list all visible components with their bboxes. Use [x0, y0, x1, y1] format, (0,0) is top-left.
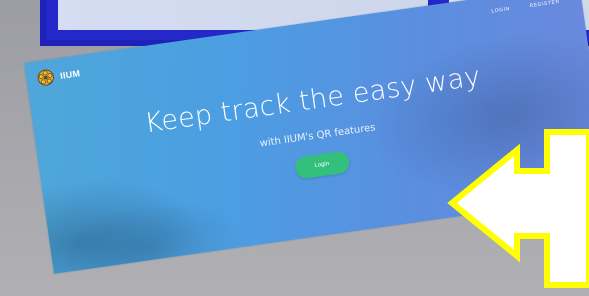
brand-name: IIUM	[59, 67, 81, 81]
nav-login-link[interactable]: LOGIN	[491, 6, 510, 15]
iium-logo-icon	[37, 69, 54, 86]
login-button[interactable]: Login	[293, 150, 351, 180]
nav-links: LOGIN REGISTER	[491, 0, 560, 15]
nav-register-link[interactable]: REGISTER	[529, 0, 560, 9]
brand[interactable]: IIUM	[36, 64, 81, 87]
